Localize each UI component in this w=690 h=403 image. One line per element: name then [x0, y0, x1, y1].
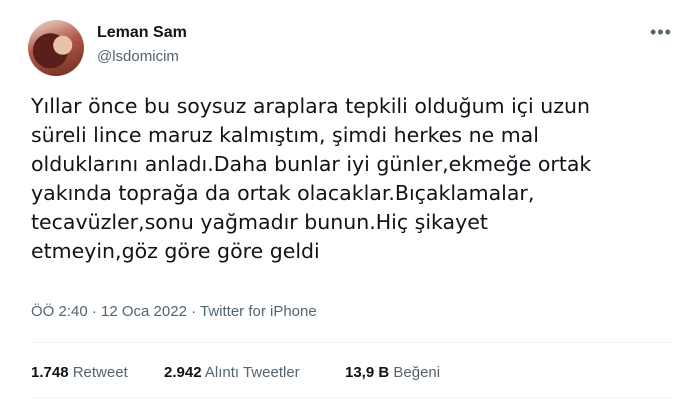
avatar[interactable] [28, 20, 84, 76]
retweet-stat[interactable]: 1.748 Retweet [31, 364, 128, 381]
quote-stat[interactable]: 2.942 Alıntı Tweetler [164, 364, 300, 381]
tweet-line: tecavüzler,sonu yağmadır bunun.Hiç şikay… [31, 210, 488, 234]
more-dots-icon[interactable]: ••• [650, 22, 672, 43]
display-name[interactable]: Leman Sam [97, 24, 187, 42]
tweet-line: Yıllar önce bu soysuz araplara tepkili o… [31, 94, 590, 118]
tweet-line: süreli lince maruz kalmıştım, şimdi herk… [31, 123, 539, 147]
like-stat[interactable]: 13,9 B Beğeni [345, 364, 440, 381]
tweet-timestamp[interactable]: ÖÖ 2:40 · 12 Oca 2022 · Twitter for iPho… [31, 303, 317, 320]
quote-count: 2.942 [164, 364, 202, 381]
retweet-count: 1.748 [31, 364, 69, 381]
tweet-line: olduklarını anladı.Daha bunlar iyi günle… [31, 152, 592, 176]
tweet-text: Yıllar önce bu soysuz araplara tepkili o… [31, 92, 671, 266]
like-count: 13,9 B [345, 364, 390, 381]
user-handle[interactable]: @lsdomicim [97, 48, 179, 65]
divider [31, 397, 671, 398]
quote-label: Alıntı Tweetler [204, 364, 300, 381]
tweet-line: etmeyin,göz göre göre geldi [31, 239, 320, 263]
like-label: Beğeni [393, 364, 441, 381]
divider [31, 342, 671, 343]
tweet-line: yakında toprağa da ortak olacaklar.Bıçak… [31, 181, 535, 205]
retweet-label: Retweet [72, 364, 128, 381]
